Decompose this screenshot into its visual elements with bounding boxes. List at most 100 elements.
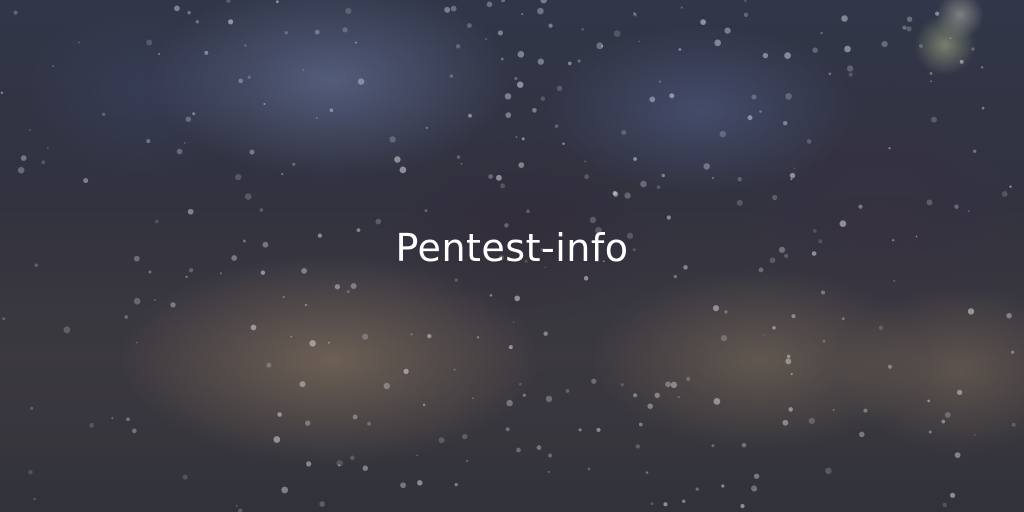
raindrop — [517, 50, 525, 58]
raindrop — [466, 459, 469, 462]
raindrop — [591, 378, 597, 384]
raindrop — [720, 335, 728, 342]
raindrop — [319, 501, 325, 507]
raindrop — [281, 173, 284, 176]
raindrop — [111, 417, 114, 420]
raindrop — [486, 1, 493, 8]
raindrop — [681, 499, 686, 503]
raindrop — [449, 74, 454, 78]
raindrop — [399, 166, 407, 174]
raindrop — [649, 96, 656, 103]
raindrop — [956, 389, 963, 396]
raindrop — [250, 324, 257, 331]
raindrop — [234, 173, 242, 181]
raindrop — [772, 325, 776, 330]
raindrop — [562, 142, 565, 146]
raindrop — [878, 325, 884, 331]
raindrop — [174, 5, 180, 12]
raindrop — [881, 40, 888, 48]
raindrop — [583, 276, 589, 281]
raindrop — [935, 11, 940, 16]
raindrop — [450, 5, 457, 12]
raindrop — [453, 368, 456, 371]
raindrop — [589, 216, 597, 224]
raindrop — [273, 436, 281, 443]
raindrop — [822, 339, 826, 343]
raindrop — [496, 174, 502, 181]
raindrop — [501, 0, 506, 3]
raindrop — [367, 421, 371, 426]
raindrop — [624, 192, 631, 199]
raindrop — [1006, 312, 1012, 319]
raindrop — [633, 393, 638, 398]
raindrop — [63, 326, 71, 334]
raindrop — [556, 85, 563, 92]
raindrop — [980, 65, 984, 69]
raindrop — [508, 345, 513, 350]
raindrop — [743, 12, 749, 17]
raindrop — [342, 27, 348, 33]
raindrop — [981, 106, 985, 110]
raindrop — [645, 471, 649, 474]
raindrop — [620, 383, 625, 387]
raindrop — [740, 504, 745, 509]
raindrop — [89, 423, 94, 428]
raindrop — [670, 381, 678, 389]
raindrop — [521, 13, 524, 16]
raindrop — [455, 44, 461, 49]
raindrop — [28, 470, 33, 475]
raindrop — [238, 78, 243, 84]
raindrop — [417, 480, 423, 486]
raindrop — [2, 317, 6, 321]
raindrop — [485, 37, 488, 41]
raindrop — [153, 299, 156, 301]
raindrop — [327, 341, 330, 344]
raindrop — [658, 80, 662, 83]
raindrop — [621, 129, 627, 135]
raindrop — [584, 174, 590, 180]
raindrop — [424, 209, 428, 213]
raindrop — [314, 29, 320, 35]
raindrop — [146, 39, 153, 46]
raindrop — [565, 389, 570, 393]
raindrop — [158, 53, 161, 55]
raindrop — [793, 167, 796, 170]
raindrop — [506, 399, 513, 407]
raindrop — [751, 485, 758, 492]
raindrop — [282, 295, 285, 299]
raindrop — [654, 392, 660, 399]
raindrop — [1001, 191, 1008, 197]
raindrop — [712, 305, 720, 312]
raindrop — [680, 6, 683, 9]
raindrop — [782, 120, 788, 126]
raindrop — [806, 139, 812, 144]
raindrop — [146, 139, 151, 144]
raindrop — [422, 403, 426, 407]
raindrop — [30, 406, 34, 410]
raindrop — [304, 303, 308, 307]
raindrop — [714, 39, 722, 47]
raindrop — [596, 427, 601, 432]
raindrop — [888, 364, 892, 369]
raindrop — [763, 334, 766, 336]
raindrop — [131, 428, 137, 434]
raindrop — [650, 502, 654, 506]
raindrop — [790, 178, 793, 181]
raindrop — [306, 461, 312, 467]
raindrop — [543, 331, 548, 336]
raindrop — [601, 45, 604, 48]
raindrop — [759, 110, 762, 113]
raindrop — [183, 142, 186, 144]
raindrop — [959, 59, 964, 64]
raindrop — [686, 376, 691, 381]
raindrop — [0, 91, 4, 95]
raindrop — [83, 178, 89, 184]
raindrop — [673, 274, 677, 279]
raindrop — [182, 474, 188, 480]
raindrop — [782, 419, 789, 426]
raindrop — [613, 30, 621, 37]
raindrop — [281, 486, 289, 494]
raindrop — [187, 11, 191, 15]
raindrop — [893, 279, 896, 283]
raindrop — [33, 497, 36, 501]
